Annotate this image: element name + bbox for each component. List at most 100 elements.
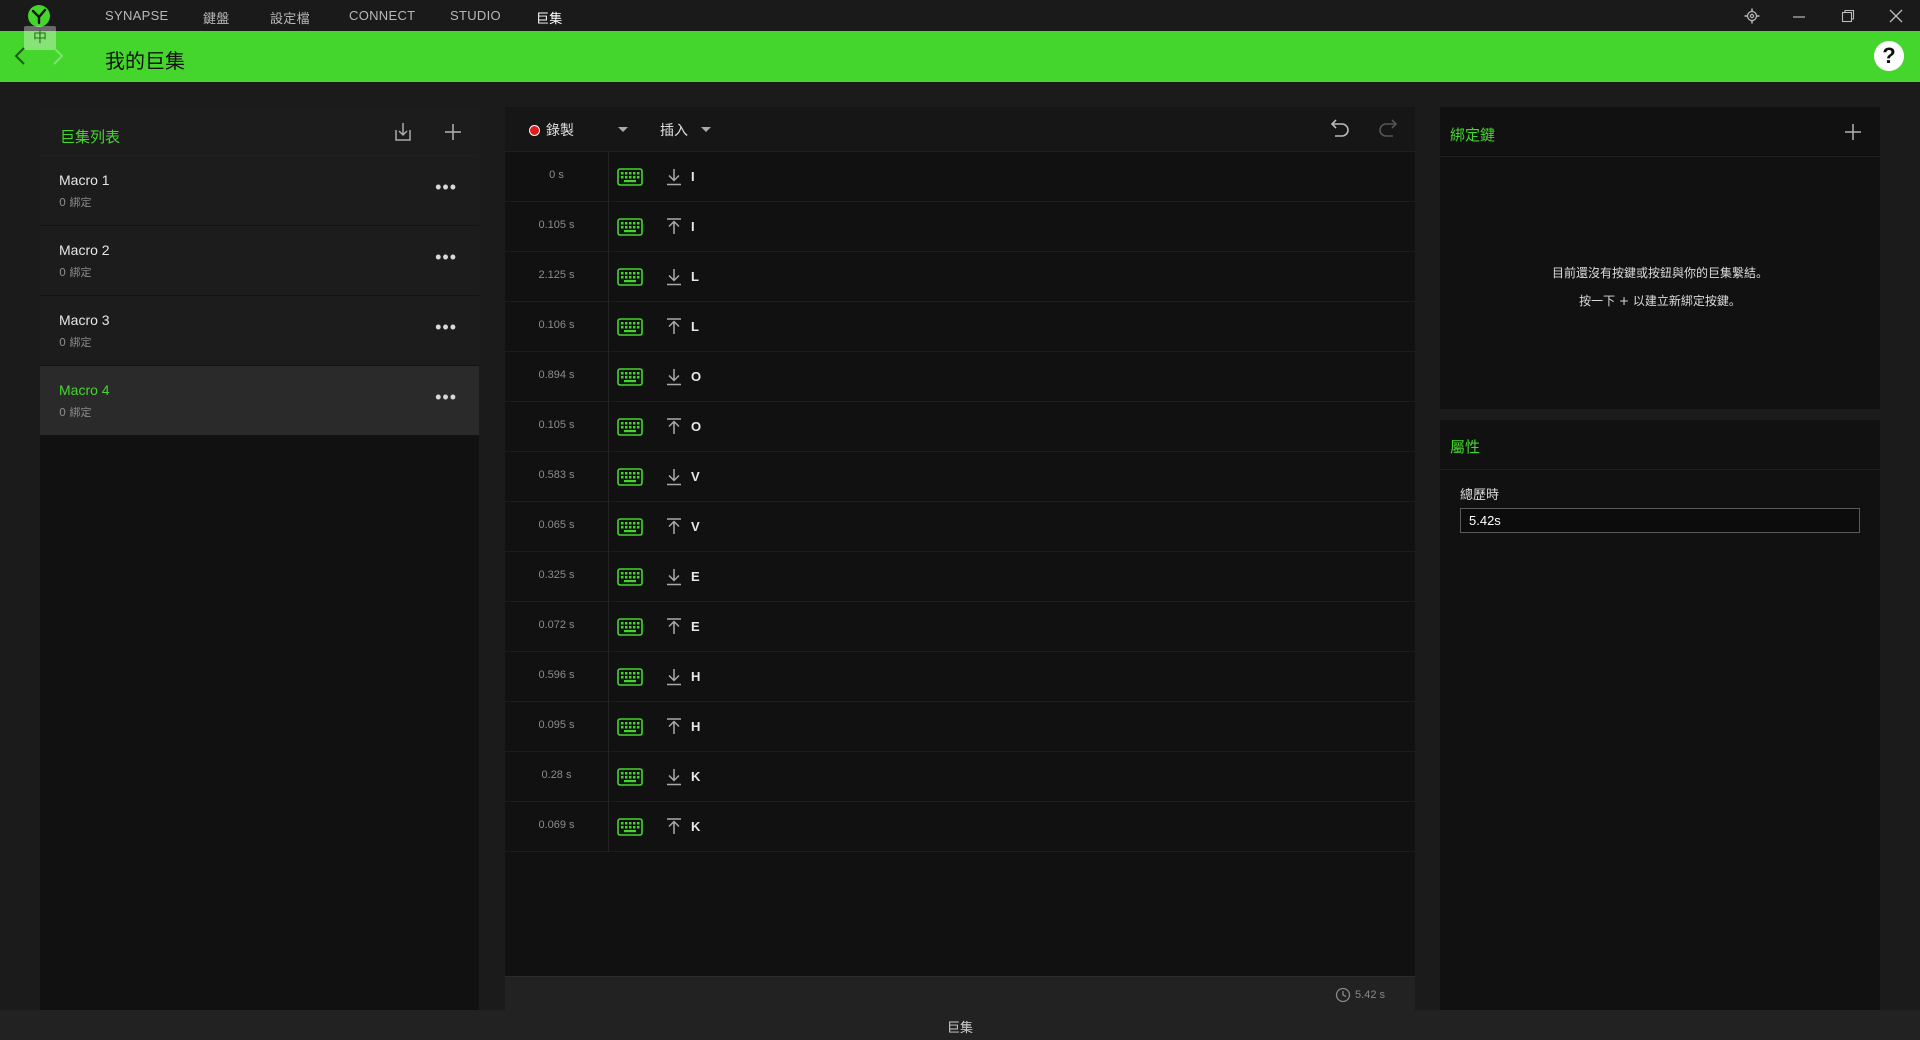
key-down-icon (665, 467, 683, 492)
event-key: I (691, 169, 695, 184)
tab-connect[interactable]: CONNECT (349, 8, 415, 23)
properties-panel: 屬性 總歷時 (1440, 420, 1880, 1010)
macro-event-row[interactable]: 0.894 s O (505, 352, 1415, 402)
macro-name: Macro 4 (59, 382, 110, 398)
more-options-icon[interactable]: ••• (435, 248, 457, 266)
row-divider (608, 752, 609, 802)
event-delay[interactable]: 0.065 s (505, 519, 608, 531)
macro-event-row[interactable]: 0.583 s V (505, 452, 1415, 502)
settings-gear-icon[interactable] (1741, 6, 1763, 26)
event-key: O (691, 419, 702, 434)
macro-list-title: 巨集列表 (60, 128, 121, 146)
duration-field[interactable] (1460, 508, 1860, 533)
undo-icon[interactable] (1327, 117, 1351, 139)
event-delay[interactable]: 0.106 s (505, 319, 608, 331)
event-key: V (691, 469, 700, 484)
row-divider (608, 352, 609, 402)
insert-dropdown-icon[interactable] (701, 127, 711, 132)
macro-list-item[interactable]: Macro 2 0 綁定 ••• (40, 226, 479, 296)
total-duration: 5.42 s (1335, 987, 1385, 1003)
more-options-icon[interactable]: ••• (435, 318, 457, 336)
key-up-icon (665, 517, 683, 542)
tab-profiles[interactable]: 設定檔 (270, 8, 310, 27)
record-dropdown-icon[interactable] (618, 127, 628, 132)
macro-event-row[interactable]: 0.069 s K (505, 802, 1415, 852)
status-bar: 巨集 (0, 1010, 1920, 1040)
macro-binding-count: 0 綁定 (59, 406, 92, 419)
keyboard-icon (617, 668, 643, 691)
minimize-icon[interactable] (1788, 6, 1810, 26)
macro-event-row[interactable]: 0.105 s I (505, 202, 1415, 252)
forward-arrow-icon[interactable] (52, 46, 64, 66)
event-delay[interactable]: 0.105 s (505, 219, 608, 231)
event-delay[interactable]: 0.105 s (505, 419, 608, 431)
macro-event-row[interactable]: 0.596 s H (505, 652, 1415, 702)
macro-event-row[interactable]: 0.065 s V (505, 502, 1415, 552)
event-key: E (691, 569, 700, 584)
keyboard-icon (617, 818, 643, 841)
event-delay[interactable]: 0.583 s (505, 469, 608, 481)
more-options-icon[interactable]: ••• (435, 388, 457, 406)
tab-macro[interactable]: 巨集 (536, 8, 563, 36)
keyboard-icon (617, 618, 643, 641)
add-macro-icon[interactable] (443, 122, 463, 142)
add-binding-icon[interactable] (1843, 122, 1863, 142)
macro-name: Macro 2 (59, 242, 110, 258)
macro-event-row[interactable]: 2.125 s L (505, 252, 1415, 302)
macro-list-item-selected[interactable]: Macro 4 0 綁定 ••• (40, 366, 479, 436)
tab-studio[interactable]: STUDIO (450, 8, 501, 23)
bindings-header: 綁定鍵 (1440, 107, 1880, 157)
tab-keyboard[interactable]: 鍵盤 (203, 8, 230, 27)
keyboard-icon (617, 468, 643, 491)
row-divider (608, 502, 609, 552)
macro-list-item[interactable]: Macro 3 0 綁定 ••• (40, 296, 479, 366)
keyboard-icon (617, 218, 643, 241)
event-delay[interactable]: 0.325 s (505, 569, 608, 581)
row-divider (608, 452, 609, 502)
insert-button[interactable]: 插入 (660, 120, 688, 140)
event-delay[interactable]: 0.28 s (505, 769, 608, 781)
event-key: H (691, 719, 701, 734)
event-delay[interactable]: 0.072 s (505, 619, 608, 631)
event-delay[interactable]: 0.894 s (505, 369, 608, 381)
macro-event-row[interactable]: 0.28 s K (505, 752, 1415, 802)
keyboard-icon (617, 768, 643, 791)
record-button[interactable]: 錄製 (546, 120, 574, 140)
macro-event-row[interactable]: 0.072 s E (505, 602, 1415, 652)
page-header: 中 我的巨集 ? (0, 26, 1920, 82)
event-delay[interactable]: 0.095 s (505, 719, 608, 731)
keyboard-icon (617, 318, 643, 341)
macro-event-row[interactable]: 0.325 s E (505, 552, 1415, 602)
properties-header: 屬性 (1440, 420, 1880, 470)
keyboard-icon (617, 168, 643, 191)
more-options-icon[interactable]: ••• (435, 178, 457, 196)
macro-name: Macro 3 (59, 312, 110, 328)
key-up-icon (665, 317, 683, 342)
razer-logo-icon[interactable] (26, 4, 52, 28)
macro-event-row[interactable]: 0.106 s L (505, 302, 1415, 352)
restore-icon[interactable] (1837, 6, 1859, 26)
back-arrow-icon[interactable] (14, 46, 26, 66)
event-delay[interactable]: 2.125 s (505, 269, 608, 281)
bindings-title: 綁定鍵 (1450, 126, 1496, 144)
key-up-icon (665, 717, 683, 742)
record-dot-icon[interactable] (529, 125, 540, 136)
help-icon[interactable]: ? (1874, 41, 1904, 71)
event-key: E (691, 619, 700, 634)
event-delay[interactable]: 0.596 s (505, 669, 608, 681)
key-up-icon (665, 617, 683, 642)
macro-event-row[interactable]: 0 s I (505, 152, 1415, 202)
clock-icon (1335, 987, 1351, 1003)
macro-list-item[interactable]: Macro 1 0 綁定 ••• (40, 156, 479, 226)
close-icon[interactable] (1885, 6, 1907, 26)
macro-event-row[interactable]: 0.105 s O (505, 402, 1415, 452)
event-delay[interactable]: 0.069 s (505, 819, 608, 831)
import-icon[interactable] (392, 121, 414, 143)
tab-synapse[interactable]: SYNAPSE (105, 8, 169, 23)
macro-event-row[interactable]: 0.095 s H (505, 702, 1415, 752)
bindings-empty-hint: 按一下 + 以建立新綁定按鍵。 (1579, 294, 1741, 308)
keyboard-icon (617, 368, 643, 391)
event-delay[interactable]: 0 s (505, 169, 608, 181)
redo-icon[interactable] (1377, 117, 1401, 139)
key-up-icon (665, 217, 683, 242)
